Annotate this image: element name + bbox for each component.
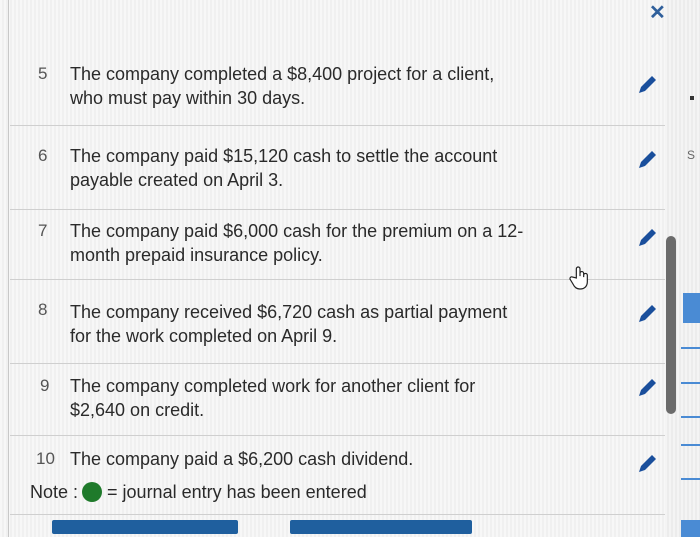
item-line-2: for the work completed on April 9. <box>70 326 338 346</box>
side-line <box>681 416 700 418</box>
note-text: = journal entry has been entered <box>107 482 367 502</box>
list-item: 10 The company paid a $6,200 cash divide… <box>10 436 665 480</box>
item-line-1: The company completed work for another c… <box>70 376 476 396</box>
pencil-icon[interactable] <box>635 452 659 476</box>
item-text: The company completed work for another c… <box>70 374 590 422</box>
item-line-1: The company received $6,720 cash as part… <box>70 302 508 322</box>
pencil-icon[interactable] <box>635 302 659 326</box>
list-item: 6 The company paid $15,120 cash to settl… <box>10 126 665 210</box>
item-line-1: The company completed a $8,400 project f… <box>70 64 495 84</box>
close-icon[interactable]: ✕ <box>649 0 666 25</box>
side-tab[interactable] <box>683 293 700 323</box>
item-number: 6 <box>38 146 48 165</box>
scrollbar-thumb[interactable] <box>666 236 676 414</box>
item-text: The company paid $15,120 cash to settle … <box>70 144 590 192</box>
side-line <box>681 347 700 349</box>
item-text: The company completed a $8,400 project f… <box>70 62 590 110</box>
item-line-1: The company paid $6,000 cash for the pre… <box>70 221 524 241</box>
side-line <box>681 520 700 537</box>
item-number: 10 <box>36 449 55 468</box>
footer-divider <box>10 514 665 515</box>
secondary-button[interactable] <box>290 520 472 534</box>
item-number: 5 <box>38 64 48 83</box>
transactions-panel: 5 The company completed a $8,400 project… <box>0 0 700 537</box>
pencil-icon[interactable] <box>635 73 659 97</box>
item-text: The company received $6,720 cash as part… <box>70 300 590 348</box>
pencil-icon[interactable] <box>635 226 659 250</box>
primary-button[interactable] <box>52 520 238 534</box>
legend-note: Note : = journal entry has been entered <box>30 482 367 503</box>
list-item: 8 The company received $6,720 cash as pa… <box>10 280 665 364</box>
item-line-2: month prepaid insurance policy. <box>70 245 323 265</box>
left-border <box>8 0 9 537</box>
item-number: 7 <box>38 221 48 240</box>
side-line <box>681 382 700 384</box>
item-line-2: payable created on April 3. <box>70 170 284 190</box>
item-text: The company paid $6,000 cash for the pre… <box>70 219 590 267</box>
pencil-icon[interactable] <box>635 148 659 172</box>
item-line-2: who must pay within 30 days. <box>70 88 306 108</box>
item-line-2: $2,640 on credit. <box>70 400 205 420</box>
list-item: 7 The company paid $6,000 cash for the p… <box>10 210 665 280</box>
entered-status-dot <box>82 482 103 502</box>
item-line-1: The company paid $15,120 cash to settle … <box>70 146 498 166</box>
item-text: The company paid a $6,200 cash dividend. <box>70 447 590 471</box>
item-line-1: The company paid a $6,200 cash dividend. <box>70 449 414 469</box>
list-item: 5 The company completed a $8,400 project… <box>10 48 665 126</box>
edge-text: S <box>687 148 696 162</box>
list-item: 9 The company completed work for another… <box>10 364 665 436</box>
edge-marker <box>690 96 694 100</box>
item-number: 9 <box>40 376 50 395</box>
note-label: Note : <box>30 482 79 502</box>
side-line <box>681 478 700 480</box>
item-number: 8 <box>38 300 48 319</box>
side-line <box>681 444 700 446</box>
pencil-icon[interactable] <box>635 376 659 400</box>
